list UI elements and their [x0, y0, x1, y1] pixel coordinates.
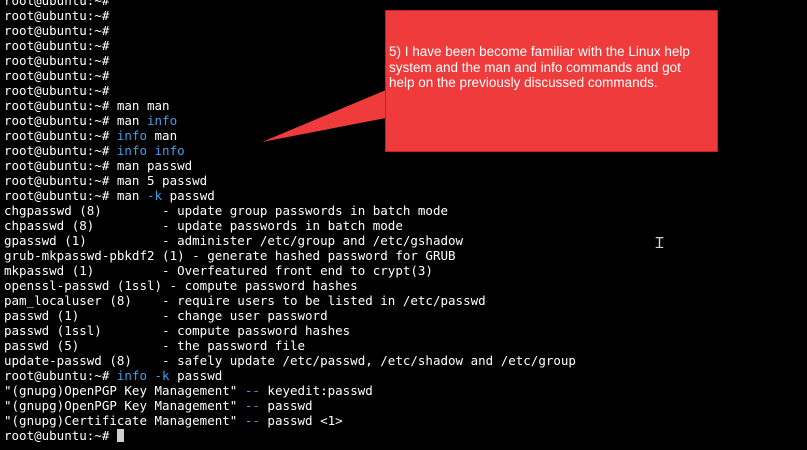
terminal-line: grub-mkpasswd-pbkdf2 (1) - generate hash…: [4, 248, 804, 263]
terminal-line: root@ubuntu:~# man 5 passwd: [4, 173, 804, 188]
terminal-line: passwd (1) - change user password: [4, 308, 804, 323]
highlighted-text: --: [244, 383, 260, 398]
terminal-line: chgpasswd (8) - update group passwords i…: [4, 203, 804, 218]
terminal-text: root@ubuntu:~#: [4, 53, 110, 68]
terminal-text: grub-mkpasswd-pbkdf2 (1) - generate hash…: [4, 248, 456, 263]
terminal-text: "(gnupg)OpenPGP Key Management": [4, 383, 245, 398]
highlighted-text: info -k: [116, 368, 170, 383]
terminal-line: "(gnupg)OpenPGP Key Management" -- keyed…: [4, 383, 804, 398]
terminal-text: update-passwd (8) - safely update /etc/p…: [4, 353, 576, 368]
terminal-line: root@ubuntu:~# man passwd: [4, 158, 804, 173]
terminal-text: man: [147, 128, 178, 143]
terminal-text: root@ubuntu:~# man: [4, 113, 147, 128]
terminal-text: gpasswd (1) - administer /etc/group and …: [4, 233, 464, 248]
terminal-line: root@ubuntu:~#: [4, 428, 804, 443]
terminal-text: root@ubuntu:~#: [4, 83, 110, 98]
terminal-line: root@ubuntu:~#: [4, 0, 804, 8]
terminal-text: root@ubuntu:~# man passwd: [4, 158, 193, 173]
terminal-text: root@ubuntu:~# man 5 passwd: [4, 173, 208, 188]
terminal-text: mkpasswd (1) - Overfeatured front end to…: [4, 263, 433, 278]
terminal-text: passwd (1ssl) - compute password hashes: [4, 323, 351, 338]
terminal-text: root@ubuntu:~#: [4, 68, 110, 83]
terminal-text: passwd (1) - change user password: [4, 308, 328, 323]
terminal-line: root@ubuntu:~# man -k passwd: [4, 188, 804, 203]
callout-text: 5) I have been become familiar with the …: [389, 44, 690, 90]
terminal-text: root@ubuntu:~#: [4, 38, 110, 53]
terminal-text: passwd <1>: [259, 413, 343, 428]
terminal-line: pam_localuser (8) - require users to be …: [4, 293, 804, 308]
highlighted-text: info: [147, 113, 178, 128]
terminal-text: root@ubuntu:~#: [4, 23, 110, 38]
terminal-text: root@ubuntu:~#: [4, 368, 117, 383]
terminal-line: chpasswd (8) - update passwords in batch…: [4, 218, 804, 233]
terminal-text: openssl-passwd (1ssl) - compute password…: [4, 278, 358, 293]
terminal-text: passwd: [162, 188, 215, 203]
highlighted-text: info info: [116, 143, 185, 158]
terminal-text: root@ubuntu:~#: [4, 428, 117, 443]
terminal-text: root@ubuntu:~#: [4, 143, 117, 158]
terminal-line: passwd (5) - the password file: [4, 338, 804, 353]
terminal-line: "(gnupg)OpenPGP Key Management" -- passw…: [4, 398, 804, 413]
highlighted-text: --: [244, 413, 260, 428]
terminal-text: "(gnupg)OpenPGP Key Management": [4, 398, 245, 413]
terminal-text: "(gnupg)Certificate Management": [4, 413, 245, 428]
terminal-line: update-passwd (8) - safely update /etc/p…: [4, 353, 804, 368]
highlighted-text: --: [244, 398, 260, 413]
terminal-line: mkpasswd (1) - Overfeatured front end to…: [4, 263, 804, 278]
terminal-text: keyedit:passwd: [259, 383, 373, 398]
terminal-cursor-icon: [116, 429, 124, 442]
terminal-line: gpasswd (1) - administer /etc/group and …: [4, 233, 804, 248]
terminal-text: chpasswd (8) - update passwords in batch…: [4, 218, 403, 233]
terminal-line: "(gnupg)Certificate Management" -- passw…: [4, 413, 804, 428]
terminal-text: root@ubuntu:~# man: [4, 188, 147, 203]
terminal-text: passwd: [259, 398, 313, 413]
highlighted-text: info: [116, 128, 147, 143]
terminal-text: pam_localuser (8) - require users to be …: [4, 293, 486, 308]
annotation-callout: 5) I have been become familiar with the …: [385, 10, 718, 152]
terminal-line: openssl-passwd (1ssl) - compute password…: [4, 278, 804, 293]
terminal-text: passwd (5) - the password file: [4, 338, 306, 353]
terminal-text: chgpasswd (8) - update group passwords i…: [4, 203, 449, 218]
highlighted-text: -k: [147, 188, 163, 203]
terminal-text: root@ubuntu:~#: [4, 128, 117, 143]
terminal-line: passwd (1ssl) - compute password hashes: [4, 323, 804, 338]
terminal-text: passwd: [169, 368, 223, 383]
text-cursor-icon: Ｉ: [652, 234, 668, 252]
terminal-line: root@ubuntu:~# info -k passwd: [4, 368, 804, 383]
terminal-text: root@ubuntu:~#: [4, 0, 110, 8]
terminal-text: root@ubuntu:~# man man: [4, 98, 170, 113]
terminal-text: root@ubuntu:~#: [4, 8, 110, 23]
